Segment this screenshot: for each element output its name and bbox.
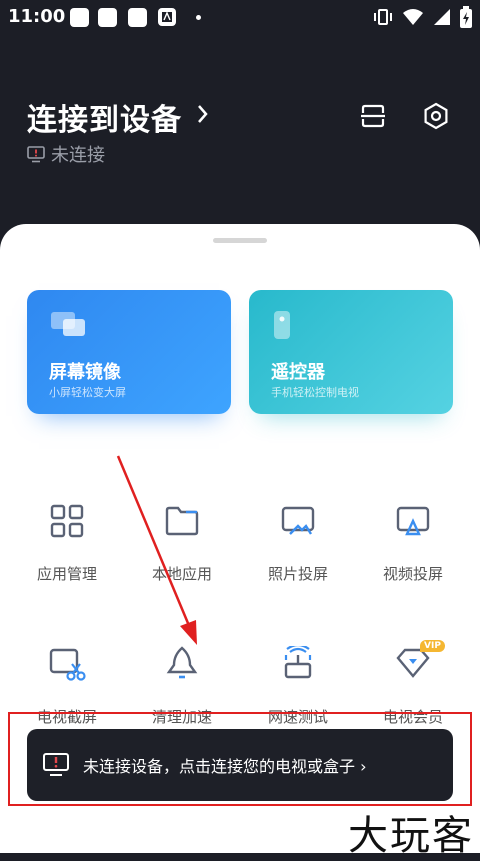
router-icon bbox=[284, 646, 312, 679]
annotation-box bbox=[8, 712, 472, 806]
scissors-icon bbox=[49, 648, 86, 681]
remote-control-card[interactable]: 遥控器 手机轻松控制电视 bbox=[249, 290, 453, 414]
tool-label: 照片投屏 bbox=[267, 565, 328, 583]
tool-label: 本地应用 bbox=[151, 565, 212, 583]
gear-icon bbox=[424, 102, 448, 130]
grid-icon bbox=[50, 504, 84, 538]
notification-icon bbox=[98, 8, 117, 27]
vip-badge: VIP bbox=[420, 640, 445, 652]
notification-icon bbox=[70, 8, 89, 27]
scan-button[interactable] bbox=[355, 98, 391, 134]
drag-handle[interactable] bbox=[213, 238, 267, 243]
notification-icon bbox=[128, 8, 147, 27]
video-cast-button[interactable]: 视频投屏 bbox=[358, 497, 468, 584]
wifi-icon bbox=[403, 9, 423, 25]
card-subtitle: 小屏轻松变大屏 bbox=[49, 386, 126, 399]
status-time: 11:00 bbox=[8, 6, 66, 27]
card-subtitle: 手机轻松控制电视 bbox=[271, 386, 359, 399]
local-apps-button[interactable]: 本地应用 bbox=[127, 497, 237, 584]
connection-status-label: 未连接 bbox=[51, 145, 105, 166]
more-notifications-icon bbox=[196, 15, 201, 20]
screen-mirror-card[interactable]: 屏幕镜像 小屏轻松变大屏 bbox=[27, 290, 231, 414]
vibrate-icon bbox=[374, 9, 392, 25]
card-title: 屏幕镜像 bbox=[49, 362, 121, 383]
status-bar: 11:00 bbox=[0, 0, 480, 36]
tool-label: 视频投屏 bbox=[382, 565, 443, 583]
photo-cast-button[interactable]: 照片投屏 bbox=[243, 497, 353, 584]
signal-icon bbox=[434, 9, 450, 25]
rocket-icon bbox=[166, 646, 198, 679]
remote-control-icon bbox=[274, 311, 290, 339]
folder-icon bbox=[165, 506, 199, 536]
battery-icon bbox=[460, 6, 472, 28]
chevron-right-icon[interactable] bbox=[196, 103, 210, 125]
tv-warning-icon bbox=[27, 145, 45, 162]
tool-label: 应用管理 bbox=[36, 565, 97, 583]
watermark: 大玩客 bbox=[348, 813, 474, 859]
video-cast-icon bbox=[396, 506, 430, 536]
screen-mirror-icon bbox=[51, 312, 85, 336]
app-manager-button[interactable]: 应用管理 bbox=[12, 497, 122, 584]
page-title[interactable]: 连接到设备 bbox=[27, 95, 182, 139]
card-title: 遥控器 bbox=[271, 362, 325, 383]
scan-icon bbox=[361, 104, 385, 128]
settings-button[interactable] bbox=[418, 98, 454, 134]
app-notification-icon bbox=[158, 8, 176, 26]
photo-cast-icon bbox=[281, 506, 315, 535]
connection-status: 未连接 bbox=[27, 141, 105, 167]
